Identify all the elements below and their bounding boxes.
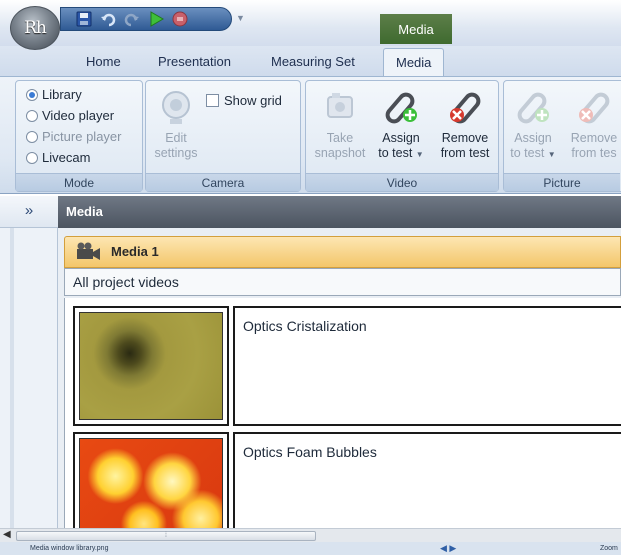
remove-from-test-video-button[interactable]: Remove from test [434, 87, 496, 161]
assign-line1: Assign [382, 131, 420, 145]
save-icon[interactable] [75, 11, 93, 27]
checkbox-box [206, 94, 219, 107]
title-bar: Rh ▼ Media [0, 0, 621, 50]
radio-icon [26, 109, 38, 122]
camera-icon [320, 87, 360, 127]
assign-line2: to test ▼ [510, 146, 556, 160]
edit-settings-line2: settings [154, 146, 198, 160]
undo-icon[interactable] [99, 11, 117, 27]
take-snapshot-line2: snapshot [314, 146, 366, 160]
mode-group: Library Video player Picture player Live… [15, 80, 143, 192]
remove-line2: from tes [571, 146, 617, 160]
show-grid-checkbox[interactable]: Show grid [206, 93, 282, 108]
edit-settings-line1: Edit [165, 131, 187, 145]
tab-media[interactable]: Media [383, 48, 445, 78]
expand-pane-button[interactable]: » [0, 196, 58, 228]
remove-line1: Remove [441, 131, 489, 145]
status-filename: Media window library.png [30, 545, 109, 552]
film-camera-icon [75, 242, 101, 265]
context-tab-header: Media [380, 14, 452, 44]
dropdown-caret-icon: ▼ [547, 150, 556, 159]
pane-divider [10, 228, 14, 528]
radio-picture-player[interactable]: Picture player [26, 129, 121, 144]
redo-icon[interactable] [123, 11, 141, 27]
remove-from-test-picture-button[interactable]: Remove from tes [564, 87, 621, 161]
radio-label: Library [42, 87, 82, 102]
radio-icon [26, 130, 38, 143]
dropdown-caret-icon: ▼ [415, 150, 424, 159]
horizontal-scrollbar[interactable]: ◀ ⁞ [0, 528, 621, 542]
radio-label: Picture player [42, 129, 122, 144]
status-zoom[interactable]: Zoom [600, 545, 618, 552]
radio-video-player[interactable]: Video player [26, 108, 114, 123]
take-snapshot-button[interactable]: Take snapshot [310, 87, 370, 161]
radio-library[interactable]: Library [26, 87, 82, 102]
show-grid-label: Show grid [224, 93, 282, 108]
media-thumbnail[interactable] [73, 306, 229, 426]
app-orb-button[interactable]: Rh [10, 6, 60, 50]
radio-icon [26, 151, 38, 164]
chevron-down-icon[interactable]: ▼ [236, 13, 245, 23]
media-panel-title-text: Media 1 [111, 244, 159, 259]
assign-to-test-video-button[interactable]: Assign to test ▼ [372, 87, 430, 162]
left-pane: » [0, 196, 58, 528]
media-panel-title: Media 1 [64, 236, 621, 268]
camera-icon [156, 87, 196, 127]
radio-selected-icon [26, 88, 38, 101]
camera-group: Edit settings Show grid Camera [145, 80, 301, 192]
scrollbar-thumb[interactable]: ⁞ [16, 531, 316, 541]
media-list: Optics Cristalization Optics Foam Bubble… [64, 298, 621, 552]
tab-presentation[interactable]: Presentation [158, 54, 231, 69]
radio-label: Video player [42, 108, 115, 123]
edit-settings-button[interactable]: Edit settings [150, 87, 202, 161]
remove-icon [445, 87, 485, 127]
video-filter-select[interactable]: All project videos [64, 268, 621, 296]
media-panel: Media 1 All project videos Optics Crista… [58, 228, 621, 552]
video-group: Take snapshot Assign to test ▼ Remove fr… [305, 80, 499, 192]
tab-measuring-set[interactable]: Measuring Set [271, 54, 355, 69]
group-label-picture: Picture [504, 173, 620, 191]
play-icon[interactable] [147, 11, 165, 27]
group-label-camera: Camera [146, 173, 300, 191]
radio-livecam[interactable]: Livecam [26, 150, 90, 165]
media-window-header: Media [58, 196, 621, 228]
radio-label: Livecam [42, 150, 91, 165]
take-snapshot-line1: Take [326, 131, 354, 145]
scroll-left-icon[interactable]: ◀ [3, 529, 11, 540]
media-title: Optics Cristalization [233, 306, 621, 426]
ribbon: Library Video player Picture player Live… [0, 76, 621, 194]
remove-line2: from test [440, 146, 490, 160]
tab-home[interactable]: Home [86, 54, 121, 69]
status-bar: Media window library.png ◀ ▶ Zoom [0, 542, 621, 555]
ribbon-tabs: Home Presentation Measuring Set Media [0, 46, 621, 78]
picture-group: Assign to test ▼ Remove from tes Picture [503, 80, 621, 192]
remove-line1: Remove [570, 131, 618, 145]
assign-icon [513, 87, 553, 127]
group-label-mode: Mode [16, 173, 142, 191]
group-label-video: Video [306, 173, 498, 191]
list-item[interactable]: Optics Cristalization [73, 306, 621, 426]
quick-access-toolbar [60, 7, 232, 31]
assign-icon [381, 87, 421, 127]
crystal-thumbnail-image [79, 312, 223, 420]
stop-icon[interactable] [171, 11, 189, 27]
app-orb-text: Rh [24, 18, 47, 38]
status-nav-arrows-icon[interactable]: ◀ ▶ [440, 543, 456, 554]
remove-icon [574, 87, 614, 127]
assign-line1: Assign [514, 131, 552, 145]
assign-to-test-picture-button[interactable]: Assign to test ▼ [506, 87, 560, 162]
assign-line2: to test ▼ [378, 146, 424, 160]
